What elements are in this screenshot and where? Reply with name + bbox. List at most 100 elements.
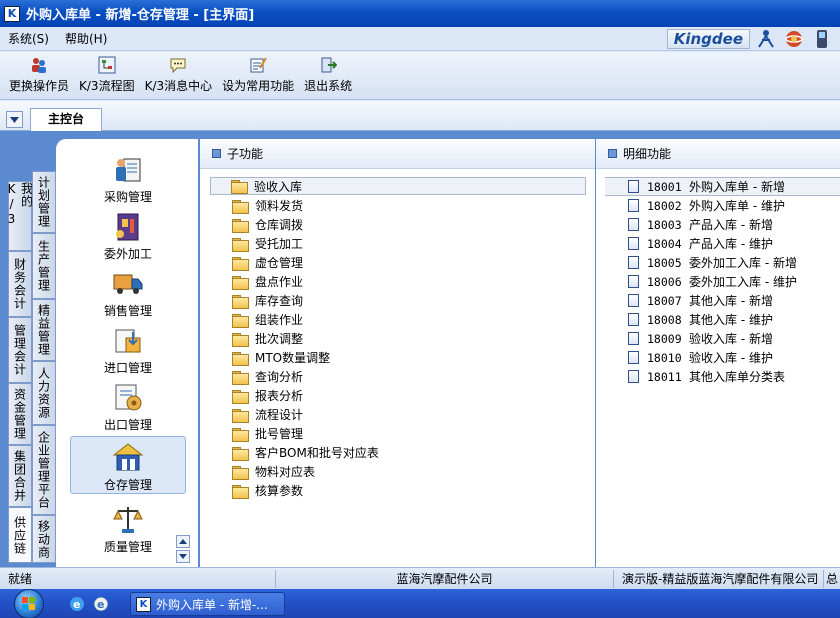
menu-bar: 系统(S) 帮助(H) Kingdee — [0, 27, 840, 51]
vtab-management-accounting[interactable]: 管理会计 — [8, 317, 32, 383]
browser-shortcut-icon[interactable]: e — [92, 595, 110, 613]
vtab-plan-management[interactable]: 计划管理 — [32, 171, 56, 233]
taskbar-window-label: 外购入库单 - 新增-... — [156, 597, 268, 612]
globe-icon[interactable] — [784, 29, 804, 49]
change-operator-button[interactable]: 更换操作员 — [4, 52, 74, 94]
module-export[interactable]: 出口管理 — [70, 377, 186, 435]
detail-function-code: 18011 — [647, 369, 682, 384]
set-favorite-button[interactable]: 设为常用功能 — [217, 52, 299, 94]
menu-system[interactable]: 系统(S) — [0, 30, 57, 47]
sub-function-item[interactable]: 核算参数 — [200, 481, 595, 500]
sub-function-label: 客户BOM和批号对应表 — [255, 446, 379, 460]
vtab-my-k3[interactable]: 我的K/3 — [5, 181, 34, 251]
sub-function-item[interactable]: 领料发货 — [200, 196, 595, 215]
vtab-enterprise-platform[interactable]: 企业管理平台 — [32, 425, 56, 515]
sub-function-item[interactable]: 流程设计 — [200, 405, 595, 424]
detail-function-name: 验收入库 - 维护 — [689, 351, 773, 365]
module-quality[interactable]: 质量管理 — [70, 499, 186, 557]
sub-function-item[interactable]: 虚仓管理 — [200, 253, 595, 272]
folder-icon — [232, 427, 249, 442]
tab-main-console[interactable]: 主控台 — [30, 108, 102, 131]
vtab-fund-management[interactable]: 资金管理 — [8, 383, 32, 445]
folder-icon — [232, 256, 249, 271]
exit-icon — [319, 56, 338, 74]
vtab-production-management[interactable]: 生产管理 — [32, 233, 56, 299]
exit-system-label: 退出系统 — [304, 79, 353, 93]
vtab-group-consolidation[interactable]: 集团合并 — [8, 445, 32, 507]
module-scroll-up-button[interactable] — [176, 535, 190, 548]
detail-function-name: 产品入库 - 维护 — [689, 237, 773, 251]
message-center-button[interactable]: K/3消息中心 — [140, 52, 218, 94]
sub-function-item[interactable]: 批号管理 — [200, 424, 595, 443]
detail-function-item[interactable]: 18004 产品入库 - 维护 — [596, 234, 840, 253]
detail-function-item[interactable]: 18002 外购入库单 - 维护 — [596, 196, 840, 215]
folder-icon — [232, 389, 249, 404]
module-import[interactable]: 进口管理 — [70, 320, 186, 378]
detail-function-item[interactable]: 18007 其他入库 - 新增 — [596, 291, 840, 310]
menu-help[interactable]: 帮助(H) — [57, 30, 115, 47]
vtab-mobile-commerce[interactable]: 移动商 — [32, 515, 56, 563]
sub-function-label: 领料发货 — [255, 199, 304, 213]
phone-icon[interactable] — [812, 29, 832, 49]
detail-function-code: 18003 — [647, 217, 682, 232]
detail-function-code: 18001 — [647, 179, 682, 194]
taskbar-window-button[interactable]: K 外购入库单 - 新增-... — [130, 592, 285, 616]
detail-function-name: 产品入库 - 新增 — [689, 218, 773, 232]
vtab-lean-management[interactable]: 精益管理 — [32, 299, 56, 361]
document-icon — [628, 218, 639, 231]
document-icon — [628, 370, 639, 383]
module-scroll-down-button[interactable] — [176, 550, 190, 563]
detail-function-name: 验收入库 - 新增 — [689, 332, 773, 346]
sub-function-item[interactable]: 受托加工 — [200, 234, 595, 253]
sub-function-item[interactable]: 组装作业 — [200, 310, 595, 329]
taskbar: e e K 外购入库单 - 新增-... — [0, 588, 840, 618]
detail-function-item[interactable]: 18005 委外加工入库 - 新增 — [596, 253, 840, 272]
vtab-financial-accounting[interactable]: 财务会计 — [8, 251, 32, 317]
detail-function-name: 外购入库单 - 新增 — [689, 180, 785, 194]
document-icon — [628, 294, 639, 307]
module-export-label: 出口管理 — [103, 418, 152, 432]
flowchart-button[interactable]: K/3流程图 — [74, 52, 140, 94]
sub-function-item[interactable]: 库存查询 — [200, 291, 595, 310]
sub-function-item[interactable]: 查询分析 — [200, 367, 595, 386]
vtab-human-resources[interactable]: 人力资源 — [32, 361, 56, 425]
sub-function-label: 批号管理 — [255, 427, 304, 441]
module-purchase[interactable]: 采购管理 — [70, 149, 186, 207]
vtab-supply-chain[interactable]: 供应链 — [8, 507, 32, 563]
detail-function-item[interactable]: 18011 其他入库单分类表 — [596, 367, 840, 386]
sub-function-item[interactable]: 验收入库 — [210, 177, 586, 195]
detail-function-item[interactable]: 18006 委外加工入库 - 维护 — [596, 272, 840, 291]
detail-function-header: 明细功能 — [596, 139, 840, 169]
exit-system-button[interactable]: 退出系统 — [299, 52, 357, 94]
start-button[interactable] — [4, 588, 54, 618]
tab-dropdown-button[interactable] — [6, 111, 23, 128]
sub-function-item[interactable]: 报表分析 — [200, 386, 595, 405]
module-sales-label: 销售管理 — [103, 304, 152, 318]
detail-function-item[interactable]: 18009 验收入库 - 新增 — [596, 329, 840, 348]
detail-function-item[interactable]: 18008 其他入库 - 维护 — [596, 310, 840, 329]
sub-function-item[interactable]: 物料对应表 — [200, 462, 595, 481]
module-outsourcing[interactable]: 委外加工 — [70, 206, 186, 264]
detail-function-item[interactable]: 18010 验收入库 - 维护 — [596, 348, 840, 367]
module-sales[interactable]: 销售管理 — [70, 263, 186, 321]
sub-function-item[interactable]: 批次调整 — [200, 329, 595, 348]
folder-icon — [232, 332, 249, 347]
people-icon[interactable] — [756, 29, 776, 49]
sub-function-item[interactable]: 盘点作业 — [200, 272, 595, 291]
internet-explorer-icon[interactable]: e — [68, 595, 86, 613]
module-warehouse-label: 仓存管理 — [103, 478, 152, 492]
import-icon — [112, 324, 144, 356]
detail-function-item[interactable]: 18003 产品入库 - 新增 — [596, 215, 840, 234]
sub-function-item[interactable]: 客户BOM和批号对应表 — [200, 443, 595, 462]
sub-function-label: 验收入库 — [254, 179, 303, 194]
module-warehouse[interactable]: 仓存管理 — [70, 436, 186, 494]
favorite-edit-icon — [249, 56, 267, 74]
sub-function-item[interactable]: 仓库调拨 — [200, 215, 595, 234]
detail-function-item[interactable]: 18001 外购入库单 - 新增 — [605, 177, 840, 196]
document-icon — [628, 199, 639, 212]
folder-icon — [232, 199, 249, 214]
sub-function-item[interactable]: MTO数量调整 — [200, 348, 595, 367]
module-quality-label: 质量管理 — [103, 540, 152, 554]
module-purchase-label: 采购管理 — [103, 190, 152, 204]
vertical-module-tabs: 我的K/3 财务会计 管理会计 资金管理 集团合并 供应链 计划管理 生产管理 … — [5, 171, 56, 563]
